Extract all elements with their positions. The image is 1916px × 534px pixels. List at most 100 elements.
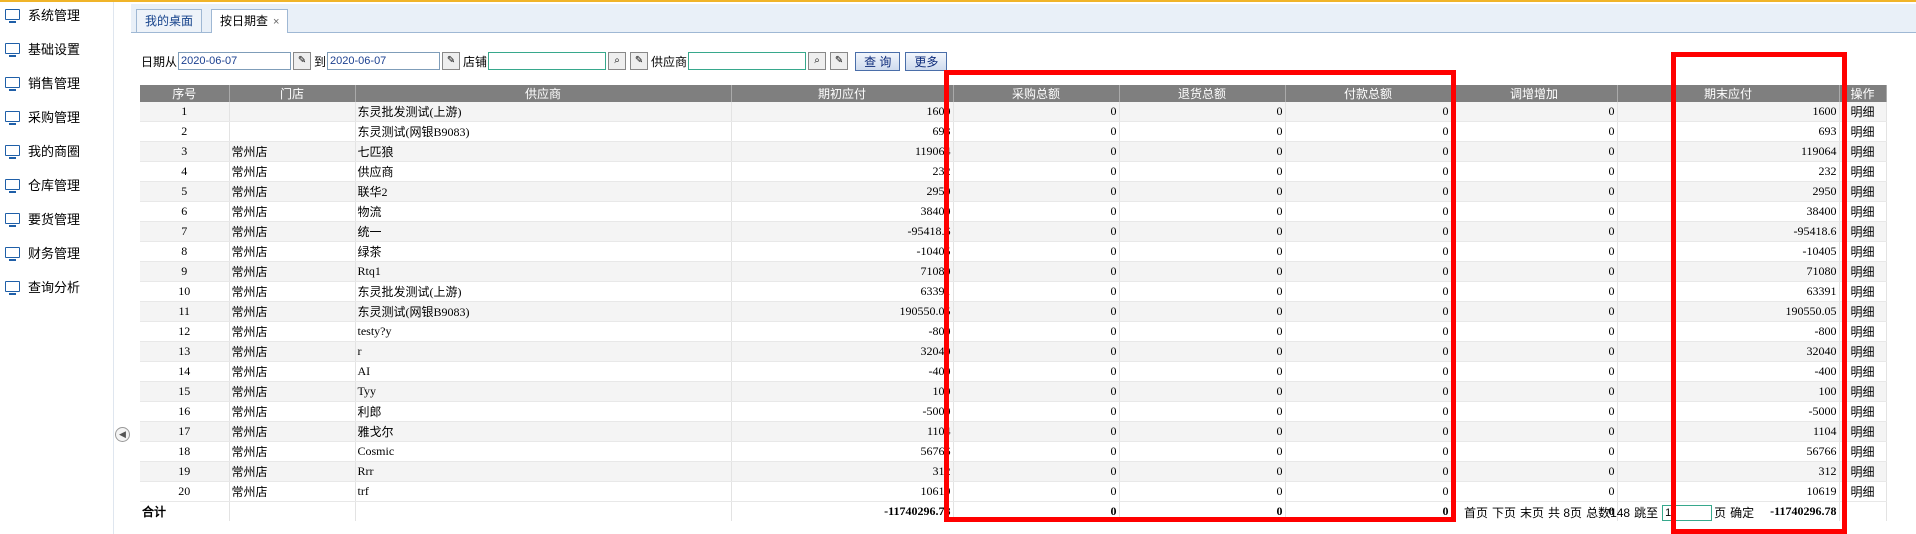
pencil-icon[interactable]: ✎ <box>293 52 312 70</box>
date-to-input[interactable] <box>327 52 441 70</box>
purchase-total-cell: 0 <box>953 181 1120 202</box>
purchase-total-cell: 0 <box>953 481 1120 502</box>
store-cell <box>229 102 356 122</box>
opening-payable-cell: 693 <box>731 121 954 142</box>
date-to-label: 到 <box>314 54 327 69</box>
store-cell: 常州店 <box>229 341 356 362</box>
tab-my-desktop[interactable]: 我的桌面 <box>136 9 203 32</box>
opening-payable-cell: 71080 <box>731 261 954 282</box>
detail-link[interactable]: 明细 <box>1839 481 1887 502</box>
opening-payable-cell: -95418.6 <box>731 221 954 242</box>
column-header[interactable]: 采购总额 <box>953 85 1120 102</box>
detail-link[interactable]: 明细 <box>1839 261 1887 282</box>
return-total-cell: 0 <box>1119 381 1286 402</box>
detail-link[interactable]: 明细 <box>1839 361 1887 382</box>
detail-link[interactable]: 明细 <box>1839 301 1887 322</box>
detail-link[interactable]: 明细 <box>1839 461 1887 482</box>
opening-payable-cell: 32040 <box>731 341 954 362</box>
pencil-icon[interactable]: ✎ <box>630 52 649 70</box>
search-icon[interactable]: ⌕ <box>808 52 827 70</box>
detail-link[interactable]: 明细 <box>1839 441 1887 462</box>
closing-payable-cell: 693 <box>1617 121 1840 142</box>
sidebar-item[interactable]: 我的商圈 <box>5 140 80 160</box>
adjust-cell: 0 <box>1451 261 1618 282</box>
detail-link[interactable]: 明细 <box>1839 102 1887 122</box>
closing-payable-cell: 10619 <box>1617 481 1840 502</box>
table-header-row: 序号 门店 供应商 期初应付 采购总额 退货总额 付款总额 调增增加 期末应付 操作 <box>140 85 1887 102</box>
column-header[interactable]: 退货总额 <box>1119 85 1286 102</box>
table-row: 12 常州店 testy?y -800 0 0 0 0 -800 明细 <box>140 321 1887 342</box>
pagination: 首页 下页 末页 共 8页 总数148 跳至 页 确定 <box>1464 504 1758 521</box>
store-cell: 常州店 <box>229 361 356 382</box>
opening-payable-cell: 63391 <box>731 281 954 302</box>
first-page-link[interactable]: 首页 <box>1464 504 1488 521</box>
goto-label: 跳至 <box>1634 506 1659 520</box>
detail-link[interactable]: 明细 <box>1839 201 1887 222</box>
next-page-link[interactable]: 下页 <box>1492 504 1516 521</box>
closing-payable-cell: 63391 <box>1617 281 1840 302</box>
table-row: 15 常州店 Tyy 100 0 0 0 0 100 明细 <box>140 381 1887 402</box>
return-total-cell: 0 <box>1119 181 1286 202</box>
row-index: 14 <box>140 361 230 382</box>
pencil-icon[interactable]: ✎ <box>442 52 461 70</box>
page-number-input[interactable] <box>1662 504 1713 521</box>
closing-payable-cell: 1104 <box>1617 421 1840 442</box>
column-header[interactable]: 操作 <box>1839 85 1887 102</box>
return-total-cell: 0 <box>1119 461 1286 482</box>
column-header[interactable]: 期末应付 <box>1617 85 1840 102</box>
purchase-total-cell: 0 <box>953 201 1120 222</box>
sidebar-item[interactable]: 财务管理 <box>5 242 80 262</box>
sidebar-collapse-button[interactable]: ◀ <box>115 427 130 442</box>
more-button[interactable]: 更多 <box>905 51 948 71</box>
sidebar-item[interactable]: 仓库管理 <box>5 174 80 194</box>
column-header[interactable]: 序号 <box>140 85 230 102</box>
payment-total-cell: 0 <box>1285 321 1452 342</box>
column-header[interactable]: 付款总额 <box>1285 85 1452 102</box>
detail-link[interactable]: 明细 <box>1839 401 1887 422</box>
sidebar-item[interactable]: 系统管理 <box>5 4 80 24</box>
detail-link[interactable]: 明细 <box>1839 381 1887 402</box>
column-header[interactable]: 调增增加 <box>1451 85 1618 102</box>
payment-total-cell: 0 <box>1285 221 1452 242</box>
table-row: 19 常州店 Rrr 312 0 0 0 0 312 明细 <box>140 461 1887 482</box>
opening-payable-cell: -5000 <box>731 401 954 422</box>
last-page-link[interactable]: 末页 <box>1520 504 1544 521</box>
search-icon[interactable]: ⌕ <box>608 52 627 70</box>
return-total-cell: 0 <box>1119 141 1286 162</box>
detail-link[interactable]: 明细 <box>1839 141 1887 162</box>
date-from-input[interactable] <box>178 52 292 70</box>
store-input[interactable] <box>488 52 607 70</box>
detail-link[interactable]: 明细 <box>1839 121 1887 142</box>
monitor-icon <box>5 42 20 57</box>
detail-link[interactable]: 明细 <box>1839 421 1887 442</box>
confirm-button[interactable]: 确定 <box>1730 504 1754 521</box>
detail-link[interactable]: 明细 <box>1839 341 1887 362</box>
detail-link[interactable]: 明细 <box>1839 321 1887 342</box>
column-header[interactable]: 供应商 <box>355 85 732 102</box>
detail-link[interactable]: 明细 <box>1839 161 1887 182</box>
sidebar-item[interactable]: 基础设置 <box>5 38 80 58</box>
column-header[interactable]: 期初应付 <box>731 85 954 102</box>
supplier-input[interactable] <box>688 52 807 70</box>
closing-payable-cell: 71080 <box>1617 261 1840 282</box>
column-header[interactable]: 门店 <box>229 85 356 102</box>
detail-link[interactable]: 明细 <box>1839 281 1887 302</box>
return-total-cell: 0 <box>1119 281 1286 302</box>
row-index: 4 <box>140 161 230 182</box>
search-button[interactable]: 查 询 <box>855 51 901 71</box>
sidebar-item[interactable]: 查询分析 <box>5 276 80 296</box>
tab-query-by-date[interactable]: 按日期查 × <box>211 9 289 33</box>
store-cell: 常州店 <box>229 201 356 222</box>
store-cell: 常州店 <box>229 181 356 202</box>
sidebar-item[interactable]: 要货管理 <box>5 208 80 228</box>
sidebar-item[interactable]: 销售管理 <box>5 72 80 92</box>
sidebar-item[interactable]: 采购管理 <box>5 106 80 126</box>
detail-link[interactable]: 明细 <box>1839 241 1887 262</box>
detail-link[interactable]: 明细 <box>1839 221 1887 242</box>
pencil-icon[interactable]: ✎ <box>830 52 849 70</box>
monitor-icon <box>5 8 20 23</box>
total-cell-empty <box>355 501 732 521</box>
table-row: 20 常州店 trf 10619 0 0 0 0 10619 明细 <box>140 481 1887 502</box>
close-icon[interactable]: × <box>273 16 279 28</box>
detail-link[interactable]: 明细 <box>1839 181 1887 202</box>
